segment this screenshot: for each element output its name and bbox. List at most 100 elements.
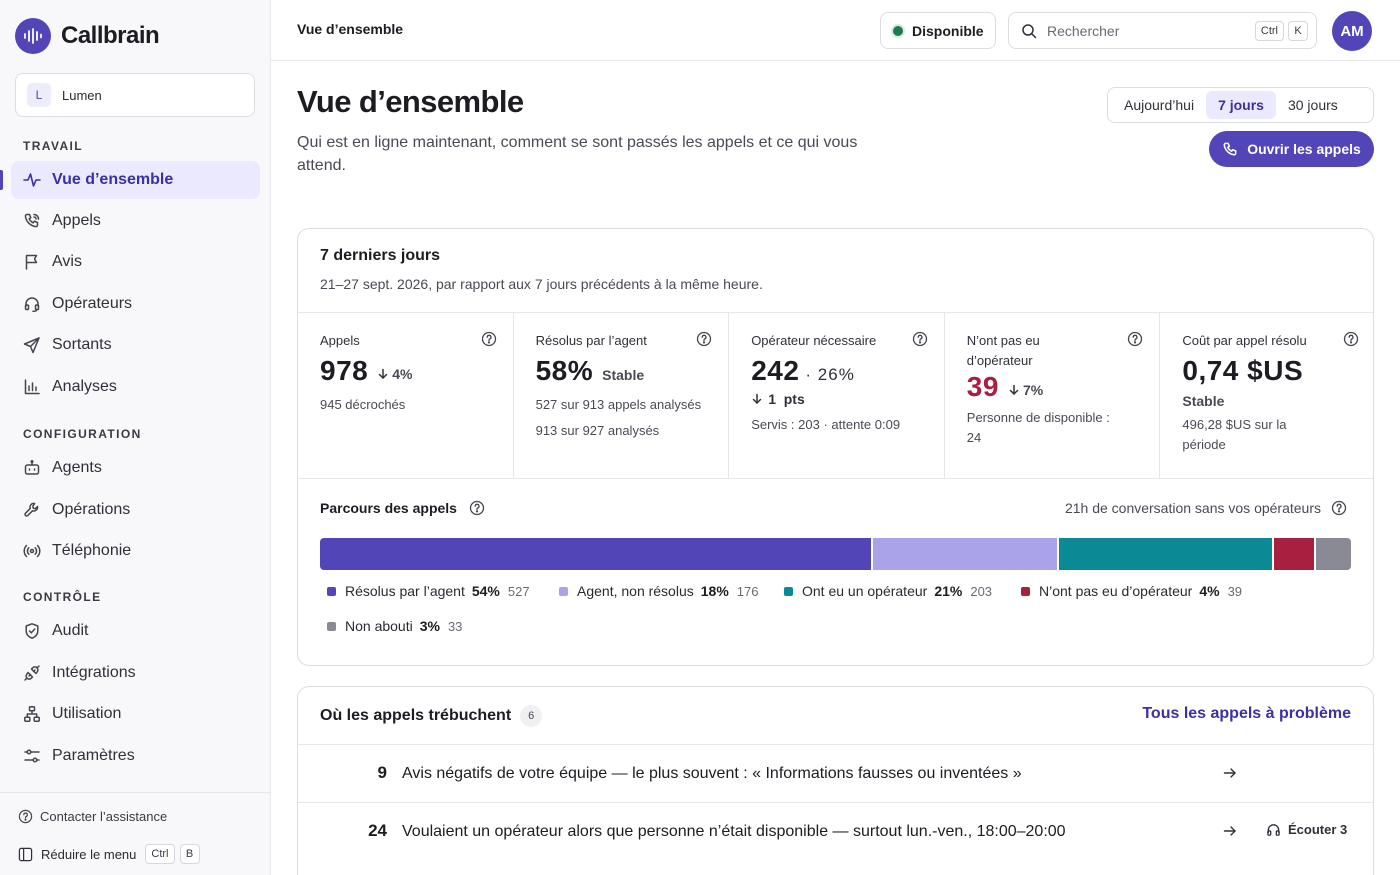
kpi-value: 978 — [320, 355, 369, 386]
workspace-switcher[interactable]: L Lumen — [15, 73, 255, 117]
issue-text: Voulaient un opérateur alors que personn… — [402, 823, 1066, 840]
journey-segment[interactable] — [1273, 538, 1315, 570]
page-title: Vue d’ensemble — [297, 84, 524, 119]
kpi-cost-per-resolved: Coût par appel résolu 0,74 $US Stable 49… — [1160, 313, 1373, 478]
phone-icon — [1223, 142, 1237, 156]
section-label-travail: TRAVAIL — [23, 139, 84, 153]
sidebar-item-label: Intégrations — [52, 664, 136, 681]
kpi-calls: Appels 978 4% 945 décrochés — [298, 313, 514, 478]
flag-icon — [23, 253, 41, 271]
sidebar-item-operators[interactable]: Opérateurs — [11, 285, 260, 323]
sidebar-item-label: Analyses — [52, 378, 117, 395]
legend-count: 527 — [507, 583, 530, 599]
sidebar-item-settings[interactable]: Paramètres — [11, 737, 260, 775]
shortcut-key: B — [179, 844, 200, 864]
collapse-menu-button[interactable]: Réduire le menu Ctrl B — [18, 844, 200, 864]
legend-swatch — [327, 621, 336, 631]
sidebar-item-label: Sortants — [52, 336, 112, 353]
headset-icon — [23, 295, 41, 313]
sidebar-item-reviews[interactable]: Avis — [11, 243, 260, 281]
radio-icon — [23, 542, 41, 560]
journey-title-label: Parcours des appels — [320, 500, 457, 516]
all-problem-calls-link[interactable]: Tous les appels à problème — [1142, 705, 1351, 723]
sidebar-item-audit[interactable]: Audit — [11, 612, 260, 650]
journey-segment[interactable] — [320, 538, 872, 570]
kpi-resolved-by-agent: Résolus par l’agent 58% Stable 527 sur 9… — [514, 313, 730, 478]
active-indicator — [0, 170, 3, 190]
sidebar-item-outbound[interactable]: Sortants — [11, 326, 260, 364]
arrow-right-icon[interactable] — [1222, 765, 1238, 781]
contact-support-link[interactable]: Contacter l’assistance — [18, 809, 167, 824]
sidebar-item-operations[interactable]: Opérations — [11, 491, 260, 529]
journey-segment[interactable] — [1059, 538, 1272, 570]
kpi-label: Opérateur nécessaire — [751, 333, 877, 348]
search-box[interactable]: Rechercher Ctrl K — [1008, 12, 1317, 49]
avatar[interactable]: AM — [1332, 11, 1372, 51]
section-label-configuration: CONFIGURATION — [23, 427, 142, 441]
availability-toggle[interactable]: Disponible — [880, 12, 996, 49]
help-circle-icon[interactable] — [696, 331, 712, 347]
journey-segment[interactable] — [873, 538, 1058, 570]
arrow-right-icon[interactable] — [1222, 823, 1238, 839]
page-subtitle: Qui est en ligne maintenant, comment se … — [297, 134, 858, 174]
help-circle-icon[interactable] — [469, 500, 485, 516]
top-bar: Vue d’ensemble Disponible Rechercher Ctr… — [271, 0, 1400, 61]
open-calls-button[interactable]: Ouvrir les appels — [1209, 131, 1374, 167]
kpi-delta-value: 1 pts — [768, 391, 805, 407]
issue-count-badge: 6 — [520, 705, 543, 727]
legend-swatch — [1021, 586, 1030, 596]
sidebar: Callbrain L Lumen TRAVAIL Vue d’ensemble… — [0, 0, 271, 875]
legend-swatch — [327, 586, 336, 596]
issue-count: 24 — [368, 821, 387, 840]
plug-icon — [23, 664, 41, 682]
legend-percent: 4% — [1199, 583, 1220, 599]
network-icon — [23, 705, 41, 723]
search-input[interactable]: Rechercher — [1047, 23, 1251, 39]
sliders-icon — [23, 747, 41, 765]
help-circle-icon[interactable] — [1331, 500, 1347, 516]
issue-row[interactable]: 9 Avis négatifs de votre équipe — le plu… — [298, 744, 1373, 802]
legend-percent: 21% — [934, 583, 963, 599]
range-7-days[interactable]: 7 jours — [1206, 91, 1276, 119]
legend-percent: 18% — [700, 583, 729, 599]
range-30-days[interactable]: 30 jours — [1276, 91, 1350, 119]
friction-title-label: Où les appels trébuchent — [320, 707, 512, 724]
legend-count: 39 — [1227, 583, 1243, 599]
sidebar-item-label: Téléphonie — [52, 542, 132, 559]
sidebar-item-analytics[interactable]: Analyses — [11, 368, 260, 406]
sidebar-item-label: Agents — [52, 459, 102, 476]
sidebar-item-label: Avis — [52, 253, 82, 270]
kpi-note: Servis : 203 · attente 0:09 — [751, 417, 901, 432]
journey-note-label: 21h de conversation sans vos opérateurs — [1064, 500, 1321, 516]
shortcut-key: Ctrl — [1254, 20, 1284, 41]
sidebar-item-calls[interactable]: Appels — [11, 202, 260, 240]
journey-segment[interactable] — [1316, 538, 1351, 570]
sidebar-item-label: Audit — [52, 622, 89, 639]
kpi-delta: 7% — [1008, 382, 1043, 398]
app-name: Callbrain — [61, 22, 160, 49]
kpi-delta-value: 4% — [392, 366, 413, 382]
arrow-down-icon — [378, 368, 388, 379]
sidebar-item-overview[interactable]: Vue d’ensemble — [11, 161, 260, 199]
sidebar-item-agents[interactable]: Agents — [11, 449, 260, 487]
legend-item: N’ont pas eu d’opérateur 4% 39 — [1021, 583, 1242, 599]
kpi-note-secondary: 913 sur 927 analysés — [535, 423, 660, 438]
headphones-icon — [1267, 824, 1280, 836]
brand[interactable]: Callbrain — [15, 18, 160, 54]
sidebar-item-integrations[interactable]: Intégrations — [11, 654, 260, 692]
issue-row[interactable]: 24 Voulaient un opérateur alors que pers… — [298, 802, 1373, 860]
legend-percent: 54% — [471, 583, 500, 599]
kpi-row: Appels 978 4% 945 décrochés Résolus par … — [298, 312, 1373, 479]
listen-button[interactable]: Écouter 3 — [1266, 822, 1347, 837]
help-circle-icon[interactable] — [1127, 331, 1143, 347]
help-circle-icon[interactable] — [1343, 331, 1359, 347]
sidebar-item-telephony[interactable]: Téléphonie — [11, 532, 260, 570]
kpi-value: 242 — [751, 355, 800, 386]
sidebar-item-usage[interactable]: Utilisation — [11, 695, 260, 733]
help-circle-icon[interactable] — [912, 331, 928, 347]
range-today[interactable]: Aujourd’hui — [1112, 91, 1206, 119]
sidebar-item-label: Paramètres — [52, 747, 135, 764]
workspace-name: Lumen — [62, 87, 102, 103]
sidebar-item-label: Opérations — [52, 501, 131, 518]
help-circle-icon[interactable] — [481, 331, 497, 347]
